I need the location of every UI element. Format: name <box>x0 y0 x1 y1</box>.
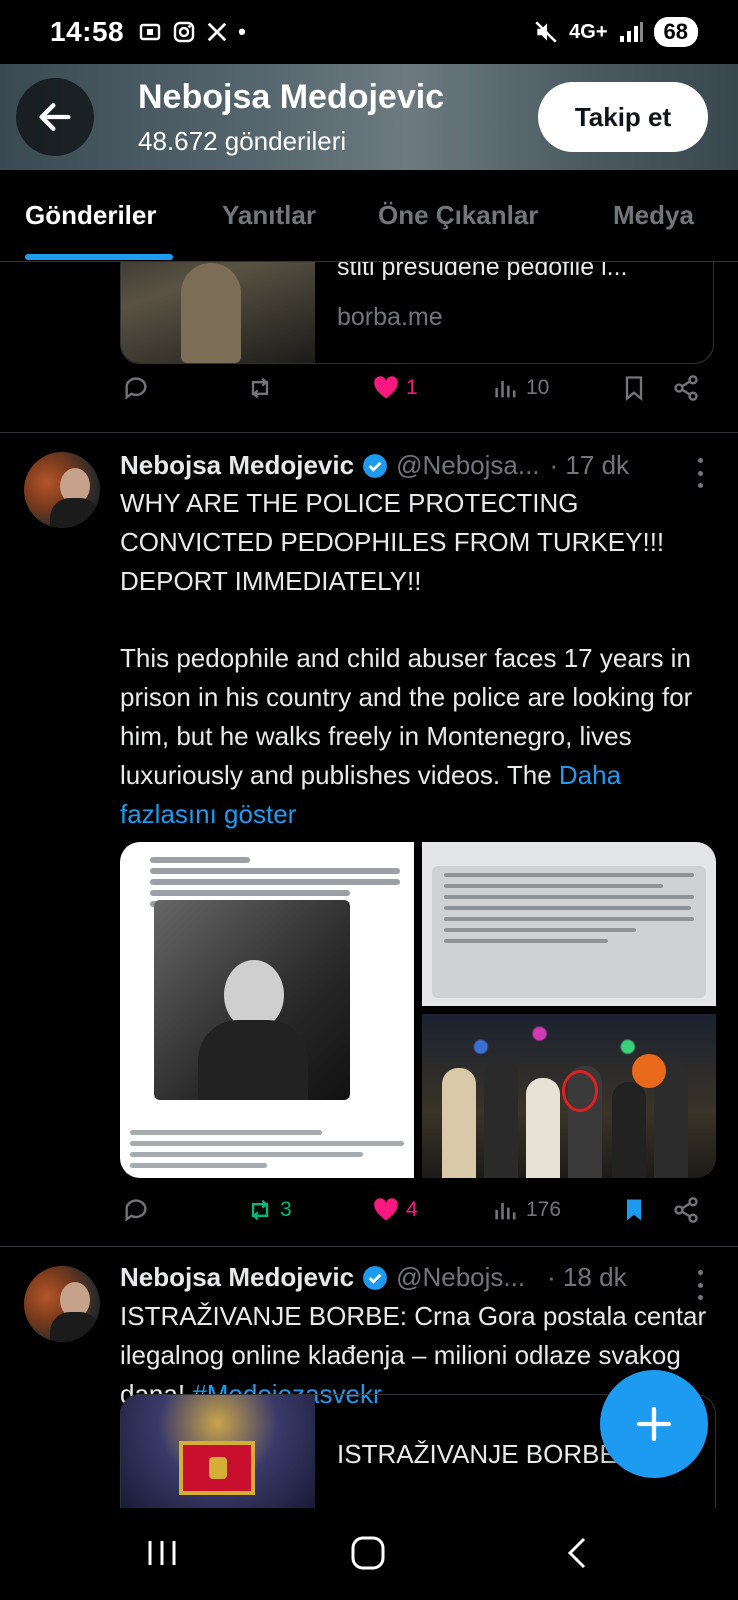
like-button[interactable]: 1 <box>372 374 418 402</box>
author-name[interactable]: Nebojsa Medojevic <box>120 450 354 481</box>
like-button[interactable]: 4 <box>372 1196 418 1224</box>
reply-icon <box>125 1199 147 1222</box>
view-count: 10 <box>526 376 550 399</box>
plus-icon <box>636 1406 672 1442</box>
bookmark-icon <box>625 376 643 401</box>
mute-icon <box>535 21 557 43</box>
author-handle[interactable]: @Nebojsa... <box>396 450 539 481</box>
notification-icons: • <box>138 19 246 45</box>
avatar[interactable] <box>24 1266 100 1342</box>
avatar[interactable] <box>24 452 100 528</box>
author-handle[interactable]: @Nebojs... <box>396 1262 525 1293</box>
link-preview-title: ISTRAŽIVANJE BORBE: <box>337 1439 625 1469</box>
back-button[interactable] <box>16 78 94 156</box>
dot-icon: • <box>238 19 246 44</box>
media-image-1[interactable] <box>120 842 414 1178</box>
tweet-actions: 3 4 176 <box>0 1196 738 1246</box>
reply-icon <box>125 377 147 400</box>
back-nav-button[interactable] <box>546 1528 606 1578</box>
instagram-icon <box>173 21 195 43</box>
follow-button[interactable]: Takip et <box>538 82 708 152</box>
system-navigation-bar <box>0 1508 738 1600</box>
share-icon <box>674 1197 698 1223</box>
reply-button[interactable] <box>122 374 150 402</box>
tweet-header: Nebojsa Medojevic @Nebojs... · 18 dk <box>120 1262 627 1293</box>
tweet-time[interactable]: · 18 dk <box>547 1262 627 1293</box>
share-button[interactable] <box>672 374 700 402</box>
heart-filled-icon <box>374 376 398 399</box>
status-bar: 14:58 • 4G+ 68 <box>0 0 738 64</box>
retweet-count: 3 <box>280 1198 292 1221</box>
views-icon <box>495 381 516 398</box>
retweet-icon <box>251 1199 269 1221</box>
media-image-2[interactable] <box>422 842 716 1006</box>
status-time: 14:58 <box>50 16 125 47</box>
tweet-divider <box>0 1246 738 1247</box>
tweet-text-line2: This pedophile and child abuser faces 17… <box>120 639 716 834</box>
like-count: 4 <box>406 1198 418 1221</box>
link-preview-source: borba.me <box>337 303 443 331</box>
tweet-divider <box>0 432 738 433</box>
battery-level: 68 <box>653 17 698 47</box>
tweet-text[interactable]: WHY ARE THE POLICE PROTECTING CONVICTED … <box>120 484 716 834</box>
reply-button[interactable] <box>122 1196 150 1224</box>
arrow-left-icon <box>39 103 71 131</box>
link-preview-title: stiti presudene pedofile i... <box>337 262 628 281</box>
x-logo-icon <box>207 22 227 42</box>
views-button[interactable]: 176 <box>492 1196 561 1224</box>
tweet-media-grid[interactable] <box>120 842 716 1178</box>
tweet-header: Nebojsa Medojevic @Nebojsa... · 17 dk <box>120 450 629 481</box>
view-count: 176 <box>526 1198 562 1221</box>
profile-tabs: Gönderiler Yanıtlar Öne Çıkanlar Medya <box>0 170 738 262</box>
views-icon <box>495 1203 516 1220</box>
views-button[interactable]: 10 <box>492 374 549 402</box>
retweet-button[interactable]: 3 <box>246 1196 292 1224</box>
screenshot-icon <box>139 23 161 41</box>
tweet-text-line1: WHY ARE THE POLICE PROTECTING CONVICTED … <box>120 488 665 596</box>
active-tab-indicator <box>25 254 173 260</box>
bookmark-button[interactable] <box>620 1196 648 1224</box>
home-button[interactable] <box>338 1528 398 1578</box>
recent-apps-button[interactable] <box>132 1528 192 1578</box>
verified-badge-icon <box>363 1265 387 1290</box>
tab-posts[interactable]: Gönderiler <box>25 200 156 231</box>
link-preview-image <box>121 262 315 363</box>
compose-button[interactable] <box>600 1370 708 1478</box>
chevron-left-icon <box>567 1537 586 1569</box>
author-name[interactable]: Nebojsa Medojevic <box>120 1262 354 1293</box>
profile-header: Nebojsa Medojevic 48.672 gönderileri Tak… <box>0 64 738 170</box>
tweet-actions: 1 10 <box>0 374 738 424</box>
verified-badge-icon <box>363 453 387 478</box>
retweet-icon <box>251 377 269 399</box>
tab-highlights[interactable]: Öne Çıkanlar <box>378 200 538 231</box>
network-type: 4G+ <box>569 20 608 43</box>
timeline[interactable]: stiti presudene pedofile i... borba.me 1… <box>0 262 738 1512</box>
tab-media[interactable]: Medya <box>613 200 694 231</box>
share-button[interactable] <box>672 1196 700 1224</box>
share-icon <box>674 375 698 401</box>
recent-apps-icon <box>148 1541 176 1565</box>
posts-count: 48.672 gönderileri <box>138 126 347 156</box>
more-options-icon[interactable] <box>696 1270 704 1300</box>
tab-replies[interactable]: Yanıtlar <box>222 200 316 231</box>
bookmark-filled-icon <box>627 1199 641 1221</box>
like-count: 1 <box>406 376 418 399</box>
signal-icon <box>619 22 643 42</box>
tweet-time[interactable]: · 17 dk <box>550 450 630 481</box>
home-icon <box>351 1536 385 1570</box>
link-preview-image <box>121 1395 315 1512</box>
heart-filled-icon <box>374 1198 398 1221</box>
retweet-button[interactable] <box>246 374 274 402</box>
bookmark-button[interactable] <box>620 374 648 402</box>
link-preview-card[interactable]: stiti presudene pedofile i... borba.me <box>120 262 714 364</box>
profile-name: Nebojsa Medojevic <box>138 78 445 116</box>
media-image-3[interactable] <box>422 1014 716 1178</box>
